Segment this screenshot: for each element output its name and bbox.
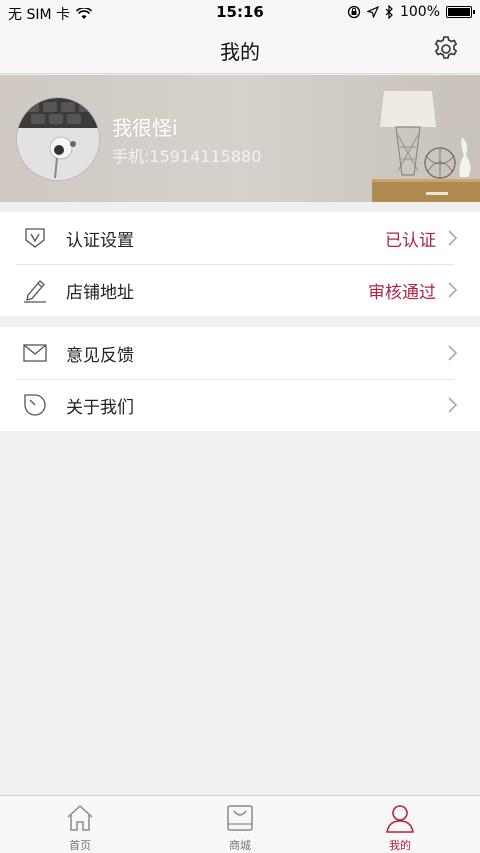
- status-right: 100%: [347, 4, 475, 20]
- settings-group-support: 意见反馈 关于我们: [0, 327, 480, 431]
- home-icon: [67, 804, 93, 831]
- pencil-icon: [22, 277, 48, 303]
- status-value: 已认证: [385, 230, 436, 251]
- shield-v-icon: [22, 225, 48, 251]
- page-title: 我的: [220, 40, 260, 64]
- row-label: 店铺地址: [66, 282, 134, 303]
- gear-icon[interactable]: [432, 35, 460, 63]
- row-store-address[interactable]: 店铺地址 审核通过: [0, 264, 480, 316]
- profile-phone: 手机:15914115880: [112, 147, 262, 166]
- avatar[interactable]: [16, 97, 100, 181]
- orientation-lock-icon: [347, 5, 361, 19]
- envelope-icon: [22, 340, 48, 366]
- chevron-right-icon: [448, 230, 458, 246]
- row-certification-settings[interactable]: 认证设置 已认证: [0, 212, 480, 264]
- battery-icon: [446, 6, 475, 18]
- info-tag-icon: [22, 392, 48, 418]
- bluetooth-icon: [385, 5, 393, 19]
- profile-banner[interactable]: 我很怪i 手机:15914115880: [0, 75, 480, 202]
- battery-percent: 100%: [399, 4, 440, 20]
- tab-mall[interactable]: 商城: [160, 796, 320, 853]
- settings-group-verification: 认证设置 已认证 店铺地址 审核通过: [0, 212, 480, 316]
- chevron-right-icon: [448, 397, 458, 413]
- chevron-right-icon: [448, 282, 458, 298]
- row-label: 意见反馈: [66, 345, 134, 366]
- row-feedback[interactable]: 意见反馈: [0, 327, 480, 379]
- status-bar: 无 SIM 卡 15:16 100%: [0, 0, 480, 24]
- row-label: 认证设置: [66, 230, 134, 251]
- shopping-bag-icon: [227, 805, 253, 831]
- tab-home[interactable]: 首页: [0, 796, 160, 853]
- nav-bar: 我的: [0, 24, 480, 74]
- tab-bar: 首页 商城 我的: [0, 795, 480, 853]
- person-icon: [386, 805, 414, 833]
- avatar-image: [17, 98, 99, 180]
- profile-name: 我很怪i: [112, 116, 178, 140]
- chevron-right-icon: [448, 345, 458, 361]
- tab-label: 商城: [229, 839, 251, 852]
- tab-label: 首页: [69, 839, 91, 852]
- status-value: 审核通过: [368, 282, 436, 303]
- row-about-us[interactable]: 关于我们: [0, 379, 480, 431]
- row-label: 关于我们: [66, 397, 134, 418]
- tab-label: 我的: [389, 839, 411, 852]
- tab-mine[interactable]: 我的: [320, 796, 480, 853]
- battery-fill: [448, 8, 470, 16]
- location-icon: [366, 6, 379, 18]
